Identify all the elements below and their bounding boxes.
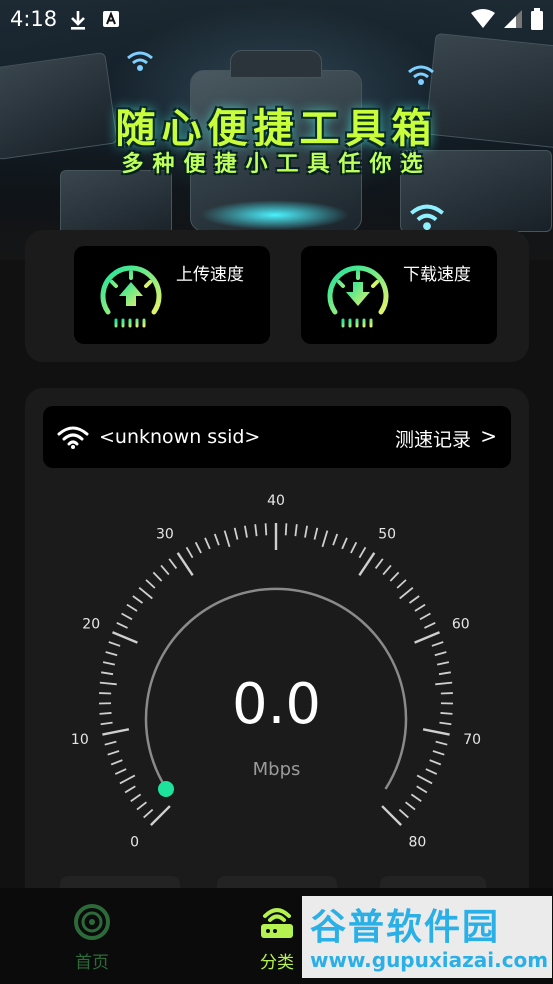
- gauge-tick: [126, 603, 138, 612]
- gauge-tick: [152, 571, 163, 582]
- gauge-tick: [374, 558, 384, 569]
- gauge-tick: [138, 587, 153, 600]
- gauge-tick: [304, 525, 309, 538]
- gauge-tick: [254, 524, 258, 537]
- gauge-tick: [176, 552, 194, 576]
- gauge-tick-label: 40: [267, 493, 285, 509]
- gauge-tick: [149, 805, 171, 827]
- nav-home[interactable]: 首页: [52, 902, 132, 973]
- gauge-tick-label: 50: [378, 527, 396, 543]
- gauge-tick: [243, 525, 248, 538]
- status-bar: 4:18: [0, 0, 553, 38]
- gauge-tick: [332, 533, 339, 546]
- gauge-tick-label: 20: [82, 616, 100, 632]
- keyboard-a-icon: [103, 11, 119, 27]
- gauge-tick: [160, 564, 170, 576]
- gauge-tick: [204, 537, 211, 550]
- gauge-tick: [102, 661, 116, 666]
- gauge-tick: [434, 651, 447, 657]
- download-icon: [71, 11, 85, 30]
- gauge-tick: [398, 808, 409, 819]
- gauge-tick: [124, 785, 136, 794]
- gauge-tick: [112, 631, 138, 644]
- gauge-tick: [294, 524, 298, 537]
- gauge-tick-label: 80: [409, 834, 427, 850]
- gauge-tick: [396, 579, 407, 589]
- gauge-tick-label: 0: [130, 834, 139, 850]
- gauge-tick: [408, 595, 420, 604]
- gauge-tick: [194, 541, 202, 554]
- status-time: 4:18: [10, 7, 58, 31]
- gauge-tick: [431, 641, 444, 647]
- gauge-tick: [341, 537, 348, 550]
- router-icon: [261, 908, 293, 938]
- gauge-tick: [136, 801, 147, 811]
- gauge-tick: [405, 801, 416, 811]
- gauge-tick: [416, 785, 428, 794]
- gauge-tick: [381, 805, 403, 827]
- gauge-tick: [419, 612, 431, 621]
- gauge-tick: [389, 571, 400, 582]
- gauge-needle-dot: [158, 781, 174, 797]
- gauge-tick: [399, 587, 414, 600]
- watermark: 谷普软件园 www.gupuxiazai.com: [302, 896, 552, 978]
- gauge-tick: [104, 740, 117, 746]
- gauge-tick: [436, 661, 450, 666]
- wifi-status-icon: [471, 9, 495, 28]
- gauge-tick: [321, 530, 329, 548]
- gauge-tick: [132, 595, 144, 604]
- gauge-tick: [130, 793, 142, 802]
- gauge-tick: [424, 621, 436, 629]
- gauge-tick-label: 60: [452, 616, 470, 632]
- gauge-tick: [432, 750, 445, 756]
- gauge-tick: [350, 541, 358, 554]
- gauge-tick: [168, 558, 178, 569]
- gauge-tick: [107, 750, 120, 756]
- watermark-text: 谷普软件园: [310, 907, 501, 948]
- gauge-tick: [410, 793, 422, 802]
- speed-value: 0.0: [231, 672, 322, 737]
- gauge-tick: [213, 533, 220, 546]
- gauge-tick: [313, 527, 319, 540]
- gauge-tick: [358, 546, 367, 559]
- gauge-tick: [284, 523, 288, 536]
- gauge-tick: [121, 612, 133, 621]
- signal-icon: [504, 10, 522, 28]
- gauge-tick: [105, 651, 118, 657]
- watermark-url: www.gupuxiazai.com: [310, 948, 549, 972]
- gauge-tick: [116, 621, 128, 629]
- gauge-tick: [185, 546, 194, 559]
- gauge-tick: [435, 740, 448, 746]
- gauge-tick: [143, 808, 154, 819]
- nav-home-label: 首页: [75, 953, 109, 973]
- speed-unit: Mbps: [252, 759, 301, 780]
- gauge-tick: [358, 552, 376, 576]
- gauge-tick: [223, 530, 231, 548]
- gauge-tick: [108, 641, 121, 647]
- gauge-tick-label: 30: [156, 527, 174, 543]
- battery-icon: [531, 8, 543, 30]
- gauge-tick: [145, 579, 156, 589]
- gauge-tick: [264, 523, 268, 536]
- gauge-tick: [233, 527, 239, 540]
- gauge-tick: [382, 564, 392, 576]
- home-icon: [74, 904, 110, 940]
- gauge-tick: [414, 603, 426, 612]
- gauge-tick: [414, 631, 440, 644]
